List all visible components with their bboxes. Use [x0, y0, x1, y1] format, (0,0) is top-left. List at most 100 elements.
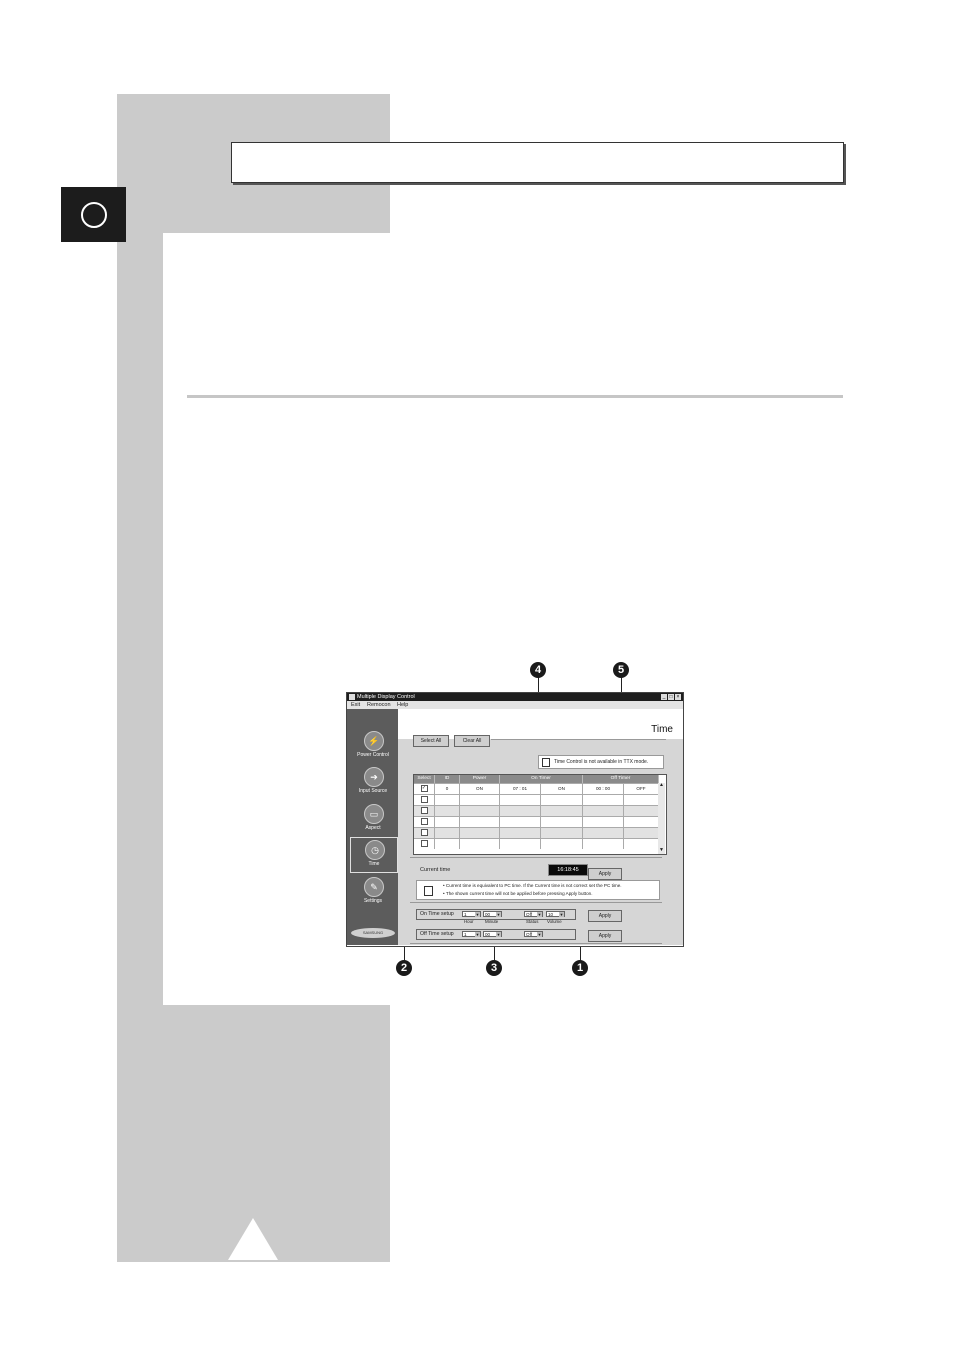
cell-power: ON	[460, 784, 500, 794]
select-all-button[interactable]: Select All	[413, 735, 449, 747]
menu-exit[interactable]: Exit	[351, 702, 360, 708]
select-value: 00	[485, 912, 491, 917]
row-checkbox[interactable]	[420, 829, 428, 837]
col-power: Power	[460, 775, 500, 783]
cell-on-time: 07 : 01	[500, 784, 541, 794]
notice-text: Time Control is not available in TTX mod…	[554, 759, 649, 765]
apply-off-time-button[interactable]: Apply	[588, 930, 622, 942]
display-table: Select ID Power On Timer Off Timer ✓ 0 O…	[413, 774, 667, 855]
separator	[410, 902, 662, 903]
note-text: Current time is equivalent to PC time. I…	[445, 883, 622, 888]
select-value: 10	[548, 912, 554, 917]
apply-current-time-button[interactable]: Apply	[588, 868, 622, 880]
on-minute-select[interactable]: 00 ▼	[483, 911, 502, 917]
main-content: Time Select All Clear All Time Control i…	[398, 709, 683, 945]
nav-label: Input Source	[358, 788, 388, 794]
note-line-1: • Current time is equivalent to PC time.…	[443, 883, 622, 888]
hour-label: Hour	[464, 919, 474, 924]
separator	[410, 943, 662, 944]
note-icon	[424, 886, 433, 896]
menu-remocon[interactable]: Remocon	[367, 702, 391, 708]
dropdown-arrow-icon: ▼	[496, 912, 501, 917]
table-row[interactable]	[414, 794, 659, 805]
callout-3: 3	[486, 960, 502, 976]
cell-id: 0	[435, 784, 460, 794]
volume-label: Volume	[547, 919, 562, 924]
nav-aspect[interactable]: ▭ Aspect	[350, 802, 396, 836]
title-bar: Multiple Display Control _ □ ×	[347, 693, 683, 701]
select-value: Off	[526, 932, 533, 937]
menu-help[interactable]: Help	[397, 702, 408, 708]
nav-label: Time	[368, 861, 380, 867]
callout-2: 2	[396, 960, 412, 976]
col-on-timer: On Timer	[500, 775, 583, 783]
settings-icon: ✎	[364, 877, 384, 897]
nav-label: Settings	[363, 898, 383, 904]
table-row[interactable]: ✓ 0 ON 07 : 01 ON 00 : 00 OFF	[414, 783, 659, 794]
on-status-select[interactable]: Off ▼	[524, 911, 543, 917]
callout-4: 4	[530, 662, 546, 678]
dropdown-arrow-icon: ▼	[475, 912, 480, 917]
table-scrollbar[interactable]: ▲ ▼	[658, 783, 665, 854]
nav-label: Aspect	[365, 825, 381, 831]
close-button[interactable]: ×	[675, 694, 681, 700]
nav-input-source[interactable]: ➔ Input Source	[350, 765, 396, 799]
off-hour-select[interactable]: 1 ▼	[462, 931, 481, 937]
maximize-button[interactable]: □	[668, 694, 674, 700]
current-time-label: Current time	[420, 867, 451, 873]
chapter-tab	[61, 187, 126, 242]
on-hour-select[interactable]: 1 ▼	[462, 911, 481, 917]
cell-off-time: 00 : 00	[583, 784, 624, 794]
row-checkbox[interactable]: ✓	[420, 785, 428, 793]
select-value: 1	[464, 912, 467, 917]
dropdown-arrow-icon: ▼	[475, 932, 480, 937]
page-title-box	[231, 142, 844, 183]
select-value: 1	[464, 932, 467, 937]
table-row[interactable]	[414, 816, 659, 827]
off-minute-select[interactable]: 00 ▼	[483, 931, 502, 937]
table-row[interactable]	[414, 827, 659, 838]
row-checkbox[interactable]	[420, 840, 428, 848]
sidebar: ⚡ Power Control ➔ Input Source ▭ Aspect …	[347, 709, 398, 945]
cell-on-status: ON	[541, 784, 583, 794]
minimize-button[interactable]: _	[661, 694, 667, 700]
select-value: Off	[526, 912, 533, 917]
ttx-notice: Time Control is not available in TTX mod…	[538, 755, 664, 769]
on-volume-select[interactable]: 10 ▼	[546, 911, 565, 917]
off-status-select[interactable]: Off ▼	[524, 931, 543, 937]
separator	[410, 857, 662, 858]
app-icon	[349, 694, 355, 700]
menu-bar: Exit Remocon Help	[347, 701, 683, 709]
nav-power-control[interactable]: ⚡ Power Control	[350, 729, 396, 763]
clear-all-button[interactable]: Clear All	[454, 735, 490, 747]
nav-settings[interactable]: ✎ Settings	[350, 875, 396, 909]
note-line-2: • The shown current time will not be app…	[443, 891, 593, 896]
window-title: Multiple Display Control	[357, 694, 415, 700]
off-time-setup: Off Time setup 1 ▼ 00 ▼ Off ▼	[416, 929, 576, 940]
row-checkbox[interactable]	[420, 796, 428, 804]
divider	[187, 395, 843, 398]
table-row[interactable]	[414, 805, 659, 816]
power-control-icon: ⚡	[364, 731, 384, 751]
on-time-setup-label: On Time setup	[420, 911, 454, 917]
table-row[interactable]	[414, 838, 659, 849]
scroll-down-icon[interactable]: ▼	[659, 848, 664, 853]
apply-on-time-button[interactable]: Apply	[588, 910, 622, 922]
col-id: ID	[435, 775, 460, 783]
dropdown-arrow-icon: ▼	[537, 932, 542, 937]
scroll-up-icon[interactable]: ▲	[659, 783, 664, 788]
dropdown-arrow-icon: ▼	[537, 912, 542, 917]
callout-5: 5	[613, 662, 629, 678]
time-note-box: • Current time is equivalent to PC time.…	[416, 880, 660, 900]
row-checkbox[interactable]	[420, 807, 428, 815]
col-select: Select	[414, 775, 435, 783]
callout-1: 1	[572, 960, 588, 976]
dropdown-arrow-icon: ▼	[496, 932, 501, 937]
triangle-up-icon	[228, 1218, 278, 1260]
row-checkbox[interactable]	[420, 818, 428, 826]
col-off-timer: Off Timer	[583, 775, 659, 783]
nav-time[interactable]: ◷ Time	[350, 837, 398, 873]
note-icon	[542, 758, 550, 767]
cell-off-status: OFF	[624, 784, 659, 794]
aspect-icon: ▭	[364, 804, 384, 824]
